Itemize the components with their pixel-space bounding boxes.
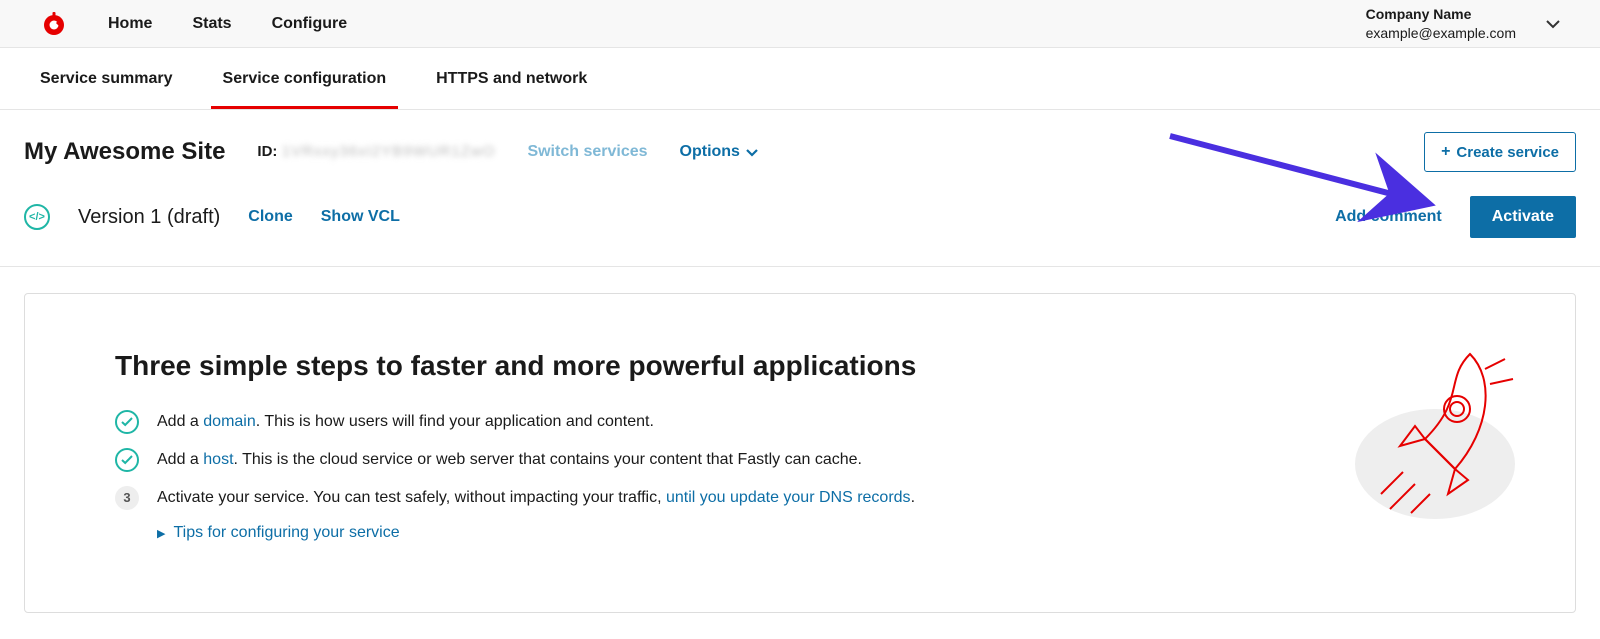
chevron-down-icon [746, 148, 758, 157]
service-tabs: Service summary Service configuration HT… [0, 48, 1600, 110]
service-header-row: My Awesome Site ID: 1VRxxy36xI2YB9WUR1Zw… [0, 110, 1600, 186]
options-label: Options [680, 143, 740, 161]
tips-label: Tips for configuring your service [173, 524, 399, 542]
step-3-pre: Activate your service. You can test safe… [157, 489, 666, 506]
service-id-value: 1VRxxy36xI2YB9WUR1ZwO [282, 143, 496, 160]
step-3: 3 Activate your service. You can test sa… [115, 486, 1485, 510]
account-block[interactable]: Company Name example@example.com [1366, 5, 1516, 41]
step-1-post: . This is how users will find your appli… [256, 413, 654, 430]
step-2: Add a host. This is the cloud service or… [115, 448, 1485, 472]
checkmark-icon [115, 410, 139, 434]
options-dropdown[interactable]: Options [680, 143, 758, 161]
activate-button[interactable]: Activate [1470, 196, 1576, 238]
service-id-group: ID: 1VRxxy36xI2YB9WUR1ZwO [257, 143, 495, 161]
step-1: Add a domain. This is how users will fin… [115, 410, 1485, 434]
step-2-post: . This is the cloud service or web serve… [234, 451, 862, 468]
nav-home[interactable]: Home [108, 15, 152, 33]
service-id-label: ID: [257, 143, 277, 160]
topbar: Home Stats Configure Company Name exampl… [0, 0, 1600, 48]
step-3-text: Activate your service. You can test safe… [157, 486, 915, 510]
triangle-right-icon: ▶ [157, 527, 165, 540]
tab-https-network[interactable]: HTTPS and network [436, 50, 587, 108]
account-email: example@example.com [1366, 24, 1516, 42]
create-service-label: Create service [1456, 144, 1559, 161]
create-service-button[interactable]: + Create service [1424, 132, 1576, 172]
code-icon: </> [24, 204, 50, 230]
account-company: Company Name [1366, 5, 1516, 23]
version-row-left: </> Version 1 (draft) Clone Show VCL [24, 204, 400, 230]
clone-link[interactable]: Clone [248, 208, 292, 226]
step-1-text: Add a domain. This is how users will fin… [157, 410, 654, 434]
step-2-pre: Add a [157, 451, 203, 468]
account-chevron-down-icon[interactable] [1546, 16, 1560, 32]
tab-service-configuration[interactable]: Service configuration [223, 50, 387, 108]
step-2-text: Add a host. This is the cloud service or… [157, 448, 862, 472]
topbar-left: Home Stats Configure [40, 10, 347, 38]
domain-link[interactable]: domain [203, 413, 255, 430]
step-3-post: . [911, 489, 915, 506]
version-label: Version 1 (draft) [78, 206, 220, 229]
rocket-illustration-icon [1315, 334, 1525, 534]
add-comment-link[interactable]: Add comment [1335, 208, 1442, 226]
switch-services-link[interactable]: Switch services [527, 143, 647, 161]
plus-icon: + [1441, 143, 1450, 161]
version-row-right: Add comment Activate [1335, 196, 1576, 238]
nav-configure[interactable]: Configure [272, 15, 348, 33]
tab-service-summary[interactable]: Service summary [40, 50, 173, 108]
show-vcl-link[interactable]: Show VCL [321, 208, 400, 226]
step-number-badge: 3 [115, 486, 139, 510]
service-title: My Awesome Site [24, 138, 225, 166]
product-logo-icon[interactable] [40, 10, 68, 38]
step-1-pre: Add a [157, 413, 203, 430]
onboarding-card: Three simple steps to faster and more po… [24, 293, 1576, 613]
host-link[interactable]: host [203, 451, 233, 468]
nav-stats[interactable]: Stats [192, 15, 231, 33]
tips-toggle[interactable]: ▶ Tips for configuring your service [157, 524, 1485, 542]
service-header-left: My Awesome Site ID: 1VRxxy36xI2YB9WUR1Zw… [24, 138, 758, 166]
topbar-right: Company Name example@example.com [1366, 5, 1560, 41]
version-row: </> Version 1 (draft) Clone Show VCL Add… [0, 186, 1600, 267]
onboarding-heading: Three simple steps to faster and more po… [115, 350, 1485, 382]
dns-records-link[interactable]: until you update your DNS records [666, 489, 911, 506]
checkmark-icon [115, 448, 139, 472]
